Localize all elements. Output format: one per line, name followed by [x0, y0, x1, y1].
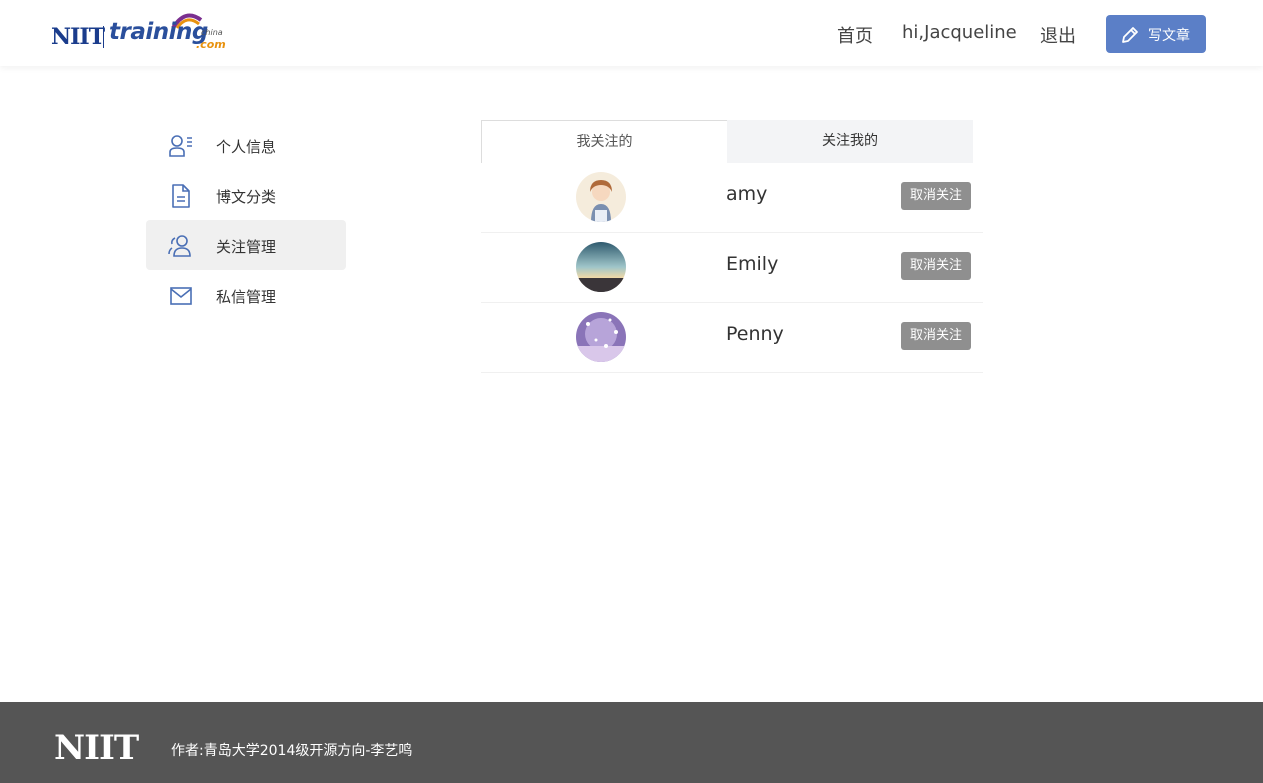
following-list: amy 取消关注 Emily 取消关注 Penny 取消关注	[481, 163, 983, 373]
write-article-label: 写文章	[1148, 28, 1190, 44]
follow-tabs: 我关注的 关注我的	[481, 120, 973, 163]
follow-username[interactable]: Penny	[726, 323, 784, 345]
avatar[interactable]	[576, 242, 626, 292]
sidebar-item-categories[interactable]: 博文分类	[146, 170, 346, 220]
site-logo[interactable]: NIIT training china .com	[51, 10, 226, 56]
sidebar-item-label: 个人信息	[216, 138, 277, 156]
footer-logo: NIIT	[54, 728, 139, 768]
page-footer: NIIT 作者:青岛大学2014级开源方向-李艺鸣	[0, 702, 1263, 783]
logo-separator	[103, 26, 104, 48]
users-icon	[168, 235, 191, 257]
follow-username[interactable]: amy	[726, 183, 767, 205]
avatar[interactable]	[576, 312, 626, 362]
sidebar-item-label: 关注管理	[216, 238, 277, 256]
sidebar-item-label: 博文分类	[216, 188, 277, 206]
logo-niit-text: NIIT	[51, 24, 105, 50]
list-item: amy 取消关注	[481, 163, 983, 233]
document-icon	[172, 184, 190, 208]
logo-china-text: china	[201, 28, 223, 37]
nav-user-link[interactable]: hi,Jacqueline	[902, 22, 1017, 43]
tab-followers[interactable]: 关注我的	[727, 120, 973, 163]
sidebar-item-profile[interactable]: 个人信息	[146, 120, 346, 170]
user-info-icon	[169, 135, 192, 157]
follow-username[interactable]: Emily	[726, 253, 778, 275]
sidebar-item-messages[interactable]: 私信管理	[146, 270, 346, 320]
nav-home-link[interactable]: 首页	[837, 22, 873, 48]
sidebar-item-label: 私信管理	[216, 288, 277, 306]
unfollow-button[interactable]: 取消关注	[901, 252, 971, 280]
avatar[interactable]	[576, 172, 626, 222]
nav-logout-link[interactable]: 退出	[1040, 22, 1076, 48]
top-header: NIIT training china .com 首页 hi,Jacquelin…	[0, 0, 1263, 66]
list-item: Emily 取消关注	[481, 233, 983, 303]
logo-com-text: .com	[196, 38, 226, 51]
pencil-icon	[1122, 27, 1138, 43]
tab-following[interactable]: 我关注的	[481, 120, 727, 163]
logo-training-text: training	[109, 19, 208, 45]
sidebar-menu: 个人信息 博文分类 关注管理 私信管理	[146, 120, 346, 320]
mail-icon	[170, 287, 192, 305]
list-item: Penny 取消关注	[481, 303, 983, 373]
unfollow-button[interactable]: 取消关注	[901, 322, 971, 350]
write-article-button[interactable]: 写文章	[1106, 15, 1206, 53]
sidebar-item-follow[interactable]: 关注管理	[146, 220, 346, 270]
footer-credit: 作者:青岛大学2014级开源方向-李艺鸣	[171, 743, 413, 759]
unfollow-button[interactable]: 取消关注	[901, 182, 971, 210]
